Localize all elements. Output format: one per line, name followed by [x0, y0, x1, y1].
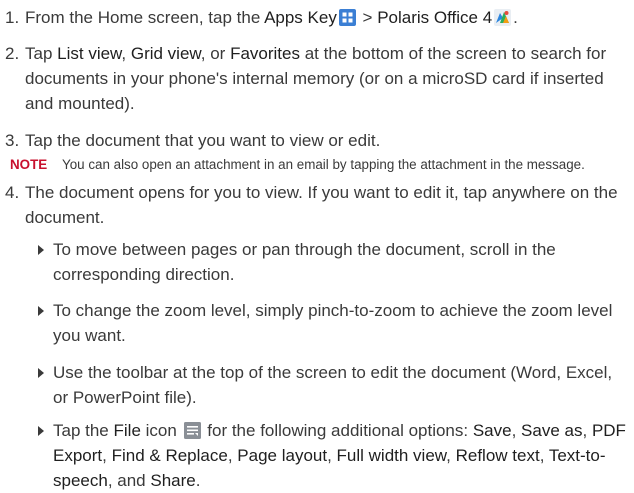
step-number: 4. [5, 183, 20, 202]
save-option: Save [472, 421, 512, 440]
step-3: 3. Tap the document that you want to vie… [0, 128, 630, 153]
note-text: You can also open an attachment in an em… [62, 157, 585, 172]
bullet-text: Use the toolbar at the top of the screen… [53, 363, 613, 407]
step-2: 2. Tap List view, Grid view, or Favorite… [0, 41, 630, 116]
file-menu-icon [183, 422, 201, 439]
find-replace-option: Find & Replace [111, 446, 228, 465]
full-width-view-option: Full width view [336, 446, 447, 465]
file-label: File [113, 421, 141, 440]
step-text: Tap List view, Grid view, or Favorites a… [25, 44, 607, 113]
bullet-item: To change the zoom level, simply pinch-t… [0, 298, 630, 348]
bullet-arrow-icon [38, 245, 44, 255]
bullet-arrow-icon [38, 426, 44, 436]
save-as-option: Save as [521, 421, 583, 440]
note-label: NOTE [10, 157, 48, 172]
step-number: 3. [5, 131, 20, 150]
polaris-office-icon [494, 9, 512, 26]
step-number: 2. [5, 44, 20, 63]
bullet-item: Tap the File icon for the following addi… [0, 418, 630, 493]
polaris-office-label: Polaris Office 4 [377, 8, 493, 27]
favorites-label: Favorites [230, 44, 300, 63]
bullet-text: To move between pages or pan through the… [53, 240, 556, 284]
grid-view-label: Grid view [130, 44, 201, 63]
bullet-arrow-icon [38, 368, 44, 378]
step-text: Tap the document that you want to view o… [25, 131, 381, 150]
step-text: From the Home screen, tap the Apps Key >… [25, 8, 518, 27]
step-text: The document opens for you to view. If y… [25, 183, 618, 227]
apps-grid-icon [338, 9, 356, 26]
step-number: 1. [5, 8, 20, 27]
instructions-page: 1. From the Home screen, tap the Apps Ke… [0, 0, 634, 493]
page-layout-option: Page layout [237, 446, 328, 465]
bullet-text: To change the zoom level, simply pinch-t… [53, 301, 613, 345]
list-view-label: List view [57, 44, 122, 63]
note: NOTE You can also open an attachment in a… [10, 156, 634, 174]
reflow-text-option: Reflow text [455, 446, 540, 465]
share-option: Share [150, 471, 196, 490]
step-4: 4. The document opens for you to view. I… [0, 180, 630, 230]
bullet-arrow-icon [38, 306, 44, 316]
bullet-item: To move between pages or pan through the… [0, 237, 630, 287]
bullet-item: Use the toolbar at the top of the screen… [0, 360, 630, 410]
apps-key-label: Apps Key [264, 8, 337, 27]
step-1: 1. From the Home screen, tap the Apps Ke… [0, 5, 630, 30]
bullet-text: Tap the File icon for the following addi… [53, 421, 626, 490]
